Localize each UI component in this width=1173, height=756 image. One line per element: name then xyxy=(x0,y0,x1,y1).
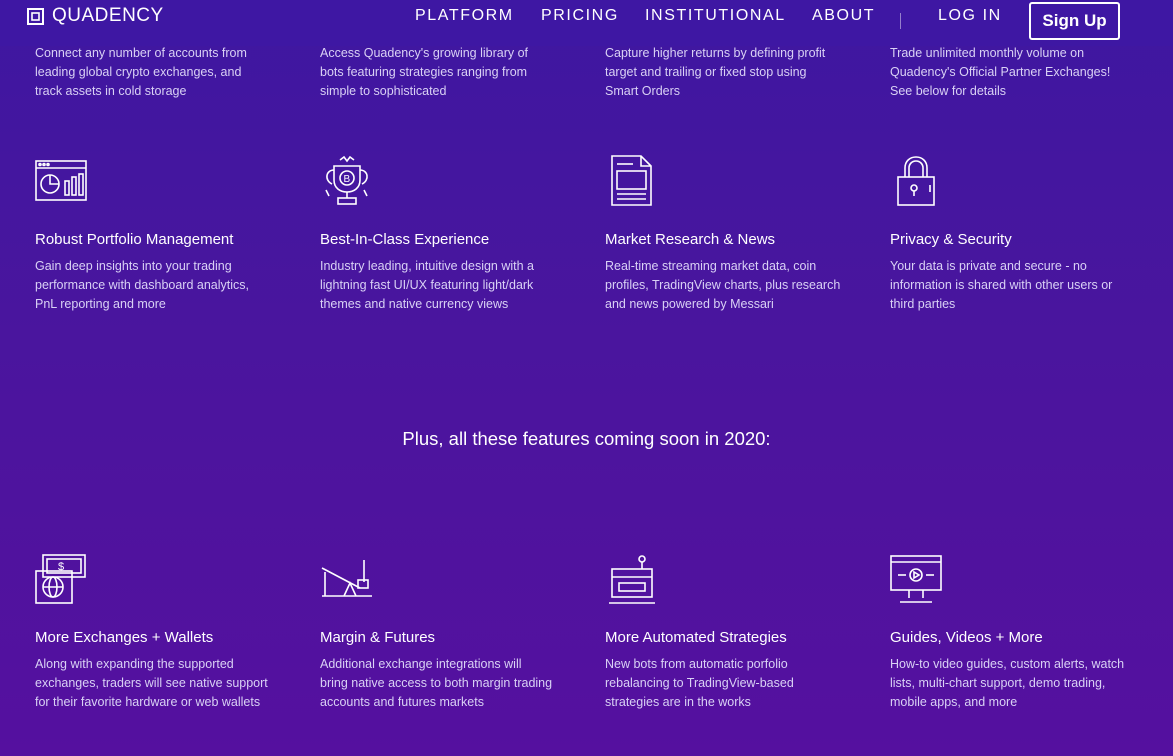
desc-line: exchanges, traders will see native suppo… xyxy=(35,676,268,690)
desc-line: bring native access to both margin tradi… xyxy=(320,676,553,690)
login-link[interactable]: LOG IN xyxy=(938,7,1002,25)
padlock-icon xyxy=(897,156,935,206)
svg-text:B: B xyxy=(344,174,351,185)
top-navbar: QUADENCY PLATFORM PRICING INSTITUTIONAL … xyxy=(0,0,1173,46)
desc-line: New bots from automatic porfolio xyxy=(605,657,788,671)
document-news-icon xyxy=(611,155,652,206)
feature-desc: Additional exchange integrations will br… xyxy=(320,655,552,712)
desc-line: Capture higher returns by defining profi… xyxy=(605,46,826,60)
desc-line: Industry leading, intuitive design with … xyxy=(320,259,535,273)
feature-desc: New bots from automatic porfolio rebalan… xyxy=(605,655,794,712)
desc-line: Trade unlimited monthly volume on xyxy=(890,46,1085,60)
bitcoin-trophy-icon: B xyxy=(325,155,368,205)
robot-bot-icon xyxy=(609,555,655,604)
nav-link-pricing[interactable]: PRICING xyxy=(541,7,619,25)
desc-line: Additional exchange integrations will xyxy=(320,657,522,671)
desc-line: mobile apps, and more xyxy=(890,695,1018,709)
portfolio-chart-icon xyxy=(35,160,87,201)
desc-line: and news powered by Messari xyxy=(605,297,774,311)
coming-soon-heading: Plus, all these features coming soon in … xyxy=(402,428,771,449)
feature-title: More Automated Strategies xyxy=(605,629,787,646)
desc-line: track assets in cold storage xyxy=(35,84,187,98)
desc-line: Real-time streaming market data, coin xyxy=(605,259,817,273)
feature-title: Best-In-Class Experience xyxy=(320,231,490,248)
feature-desc: Real-time streaming market data, coin pr… xyxy=(605,257,840,314)
top-feature-desc-3: Capture higher returns by defining profi… xyxy=(605,44,825,101)
desc-line: third parties xyxy=(890,297,956,311)
nav-divider xyxy=(900,13,901,29)
signup-button[interactable]: Sign Up xyxy=(1029,2,1120,40)
top-feature-desc-2: Access Quadency's growing library of bot… xyxy=(320,44,528,101)
desc-line: simple to sophisticated xyxy=(320,84,447,98)
desc-line: themes and native currency views xyxy=(320,297,509,311)
desc-line: performance with dashboard analytics, xyxy=(35,278,250,292)
desc-line: Quadency's Official Partner Exchanges! xyxy=(890,65,1111,79)
feature-title: Market Research & News xyxy=(605,231,776,248)
desc-line: Gain deep insights into your trading xyxy=(35,259,232,273)
margin-lever-icon xyxy=(321,560,372,597)
brand-logo[interactable]: QUADENCY xyxy=(27,5,164,26)
feature-desc: Industry leading, intuitive design with … xyxy=(320,257,534,314)
desc-line: strategies are in the works xyxy=(605,695,751,709)
feature-desc: Your data is private and secure - no inf… xyxy=(890,257,1112,314)
desc-line: bots featuring strategies ranging from xyxy=(320,65,528,79)
feature-title: Robust Portfolio Management xyxy=(35,231,234,248)
feature-desc: Along with expanding the supported excha… xyxy=(35,655,268,712)
desc-line: Along with expanding the supported xyxy=(35,657,234,671)
feature-title: Guides, Videos + More xyxy=(890,629,1043,646)
desc-line: lists, multi-chart support, demo trading… xyxy=(890,676,1106,690)
desc-line: rebalancing to TradingView-based xyxy=(605,676,794,690)
desc-line: PnL reporting and more xyxy=(35,297,166,311)
feature-title: More Exchanges + Wallets xyxy=(35,629,214,646)
desc-line: profiles, TradingView charts, plus resea… xyxy=(605,278,841,292)
quadency-logo-icon xyxy=(27,7,44,25)
nav-link-about[interactable]: ABOUT xyxy=(812,7,875,25)
desc-line: accounts and futures markets xyxy=(320,695,484,709)
top-feature-desc-4: Trade unlimited monthly volume on Quaden… xyxy=(890,44,1110,101)
nav-link-platform[interactable]: PLATFORM xyxy=(415,7,514,25)
top-feature-desc-1: Connect any number of accounts from lead… xyxy=(35,44,247,101)
desc-line: How-to video guides, custom alerts, watc… xyxy=(890,657,1125,671)
wallet-globe-icon: $ xyxy=(35,554,86,604)
nav-link-institutional[interactable]: INSTITUTIONAL xyxy=(645,7,786,25)
feature-desc: Gain deep insights into your trading per… xyxy=(35,257,249,314)
desc-line: for their favorite hardware or web walle… xyxy=(35,695,261,709)
desc-line: lightning fast UI/UX featuring light/dar… xyxy=(320,278,534,292)
desc-line: Connect any number of accounts from xyxy=(35,46,247,60)
desc-line: Access Quadency's growing library of xyxy=(320,46,529,60)
desc-line: Your data is private and secure - no xyxy=(890,259,1087,273)
desc-line: target and trailing or fixed stop using xyxy=(605,65,807,79)
desc-line: leading global crypto exchanges, and xyxy=(35,65,242,79)
desc-line: Smart Orders xyxy=(605,84,681,98)
brand-name: QUADENCY xyxy=(52,5,164,26)
feature-title: Margin & Futures xyxy=(320,629,436,646)
video-monitor-icon xyxy=(890,555,942,603)
feature-desc: How-to video guides, custom alerts, watc… xyxy=(890,655,1124,712)
feature-title: Privacy & Security xyxy=(890,231,1012,248)
desc-line: See below for details xyxy=(890,84,1007,98)
desc-line: information is shared with other users o… xyxy=(890,278,1113,292)
